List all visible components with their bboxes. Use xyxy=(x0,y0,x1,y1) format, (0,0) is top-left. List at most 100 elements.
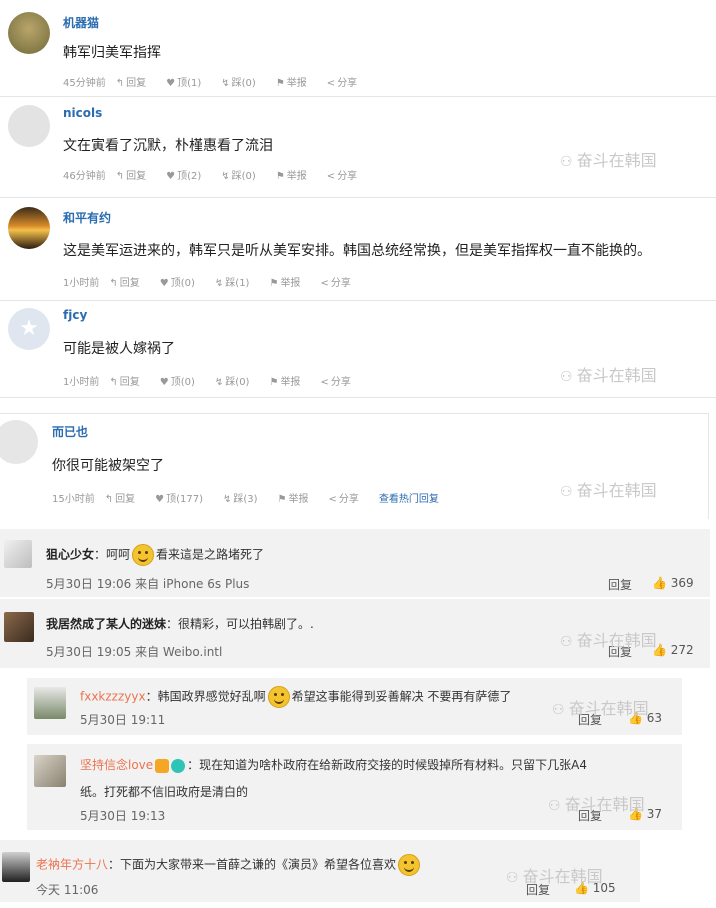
reply-button[interactable]: ↰ 回复 xyxy=(116,78,156,89)
weibo-username[interactable]: fxxkzzzyyx xyxy=(80,690,146,704)
smile-emoji-icon xyxy=(132,544,155,566)
like-count: 272 xyxy=(670,643,694,657)
report-button[interactable]: ⚑ 举报 xyxy=(276,171,317,182)
weibo-username[interactable]: 老衲年方十八 xyxy=(36,858,108,872)
weibo-username[interactable]: 我居然成了某人的迷妹 xyxy=(46,617,166,631)
upvote-button[interactable]: ♥ 顶(0) xyxy=(160,377,205,388)
thumb-down-icon: ↯ xyxy=(214,278,224,289)
share-button[interactable]: < 分享 xyxy=(327,171,367,182)
reply-icon: ↰ xyxy=(115,78,125,89)
upvote-button[interactable]: ♥ 顶(177) xyxy=(155,494,213,505)
comment-actions: 1小时前 ↰ 回复 ♥ 顶(0) ↯ 踩(1) ⚑ 举报 < 分享 xyxy=(63,274,371,289)
avatar[interactable] xyxy=(34,755,66,787)
like-button[interactable]: 👍 272 xyxy=(652,643,694,657)
weibo-text: 看来這是之路堵死了 xyxy=(156,547,265,562)
report-button[interactable]: ⚑ 举报 xyxy=(278,494,319,505)
reply-button[interactable]: ↰ 回复 xyxy=(105,494,145,505)
weibo-comment: 坚持信念love ：现在知道为啥朴政府在给新政府交接的时候毁掉所有材料。只留下几张… xyxy=(80,756,587,773)
comment-time: 1小时前 xyxy=(63,377,100,388)
share-button[interactable]: < 分享 xyxy=(320,377,360,388)
heart-icon: ♥ xyxy=(166,78,176,89)
downvote-button[interactable]: ↯ 踩(0) xyxy=(221,171,266,182)
upvote-button[interactable]: ♥ 顶(0) xyxy=(160,278,205,289)
weibo-timestamp: 5月30日 19:05 来自 Weibo.intl xyxy=(46,645,223,659)
weibo-text: ：下面为大家带来一首薛之谦的《演员》希望各位喜欢 xyxy=(108,857,397,872)
like-count: 369 xyxy=(670,576,694,590)
reply-button[interactable]: ↰ 回复 xyxy=(109,278,149,289)
upvote-button[interactable]: ♥ 顶(1) xyxy=(166,78,211,89)
like-count: 63 xyxy=(646,711,663,725)
comment-actions: 1小时前 ↰ 回复 ♥ 顶(0) ↯ 踩(0) ⚑ 举报 < 分享 xyxy=(63,373,371,388)
flag-icon: ⚑ xyxy=(275,171,285,182)
comment-time: 15小时前 xyxy=(52,494,95,505)
avatar[interactable] xyxy=(2,852,30,882)
report-button[interactable]: ⚑ 举报 xyxy=(269,377,310,388)
report-button[interactable]: ⚑ 举报 xyxy=(276,78,317,89)
wechat-icon: ⚇ xyxy=(548,798,561,814)
reply-icon: ↰ xyxy=(104,494,114,505)
like-button[interactable]: 👍 369 xyxy=(652,576,694,590)
smile-emoji-icon xyxy=(398,854,421,876)
comment-username[interactable]: 而已也 xyxy=(52,423,88,440)
avatar[interactable] xyxy=(34,687,66,719)
badge-icon xyxy=(155,758,170,773)
divider xyxy=(0,397,716,398)
comment-username[interactable]: 机器猫 xyxy=(63,14,99,31)
comment-text: 你很可能被架空了 xyxy=(52,458,164,474)
reply-button[interactable]: 回复 xyxy=(608,576,632,593)
heart-icon: ♥ xyxy=(159,278,169,289)
wechat-icon: ⚇ xyxy=(552,702,565,718)
wechat-icon: ⚇ xyxy=(560,369,573,385)
heart-icon: ♥ xyxy=(155,494,165,505)
comment-text: 文在寅看了沉默，朴槿惠看了流泪 xyxy=(63,138,273,154)
downvote-button[interactable]: ↯ 踩(0) xyxy=(215,377,260,388)
weibo-comment: 老衲年方十八：下面为大家带来一首薛之谦的《演员》希望各位喜欢 xyxy=(36,854,422,876)
thumbs-up-icon: 👍 xyxy=(652,576,667,590)
weibo-username[interactable]: 坚持信念love xyxy=(80,758,153,772)
weibo-comment: fxxkzzzyyx：韩国政界感觉好乱啊 希望这事能得到妥善解决 不要再有萨德了 xyxy=(80,686,511,708)
share-icon: < xyxy=(326,171,336,182)
comment-username[interactable]: nicols xyxy=(63,106,102,120)
weibo-timestamp: 5月30日 19:13 xyxy=(80,809,166,823)
report-button[interactable]: ⚑ 举报 xyxy=(269,278,310,289)
divider xyxy=(0,197,716,198)
hot-replies-link[interactable]: 查看热门回复 xyxy=(379,494,439,505)
share-button[interactable]: < 分享 xyxy=(329,494,369,505)
avatar[interactable] xyxy=(8,105,50,147)
avatar[interactable] xyxy=(8,207,50,249)
watermark: ⚇ 奋斗在韩国 xyxy=(560,481,657,500)
thumb-down-icon: ↯ xyxy=(222,494,232,505)
avatar[interactable] xyxy=(4,540,32,568)
heart-icon: ♥ xyxy=(166,171,176,182)
downvote-button[interactable]: ↯ 踩(3) xyxy=(223,494,268,505)
weibo-timestamp: 5月30日 19:11 xyxy=(80,713,166,727)
thumb-down-icon: ↯ xyxy=(214,377,224,388)
comment-username[interactable]: 和平有约 xyxy=(63,209,111,226)
star-icon: ★ xyxy=(19,316,39,341)
upvote-button[interactable]: ♥ 顶(2) xyxy=(166,171,211,182)
watermark: ⚇ 奋斗在韩国 xyxy=(548,795,645,814)
comment-username[interactable]: fjcy xyxy=(63,308,87,322)
weibo-timestamp: 5月30日 19:06 来自 iPhone 6s Plus xyxy=(46,577,250,591)
avatar[interactable]: ★ xyxy=(8,308,50,350)
avatar[interactable] xyxy=(8,12,50,54)
watermark: ⚇ 奋斗在韩国 xyxy=(560,631,657,650)
share-button[interactable]: < 分享 xyxy=(327,78,367,89)
reply-button[interactable]: ↰ 回复 xyxy=(116,171,156,182)
avatar[interactable] xyxy=(4,612,34,642)
weibo-text: ：呵呵 xyxy=(94,547,131,562)
comment-time: 45分钟前 xyxy=(63,78,106,89)
comment-text: 可能是被人嫁祸了 xyxy=(63,341,175,357)
share-button[interactable]: < 分享 xyxy=(320,278,360,289)
reply-button[interactable]: ↰ 回复 xyxy=(109,377,149,388)
heart-icon: ♥ xyxy=(159,377,169,388)
divider xyxy=(0,96,716,97)
weibo-username[interactable]: 狙心少女 xyxy=(46,548,94,562)
weibo-text: ：韩国政界感觉好乱啊 xyxy=(145,689,266,704)
watermark: ⚇ 奋斗在韩国 xyxy=(560,366,657,385)
reply-icon: ↰ xyxy=(109,278,118,289)
comment-actions: 45分钟前 ↰ 回复 ♥ 顶(1) ↯ 踩(0) ⚑ 举报 < 分享 xyxy=(63,74,377,89)
weibo-comment: 狙心少女：呵呵 看来這是之路堵死了 xyxy=(46,544,264,566)
downvote-button[interactable]: ↯ 踩(1) xyxy=(215,278,260,289)
downvote-button[interactable]: ↯ 踩(0) xyxy=(221,78,266,89)
